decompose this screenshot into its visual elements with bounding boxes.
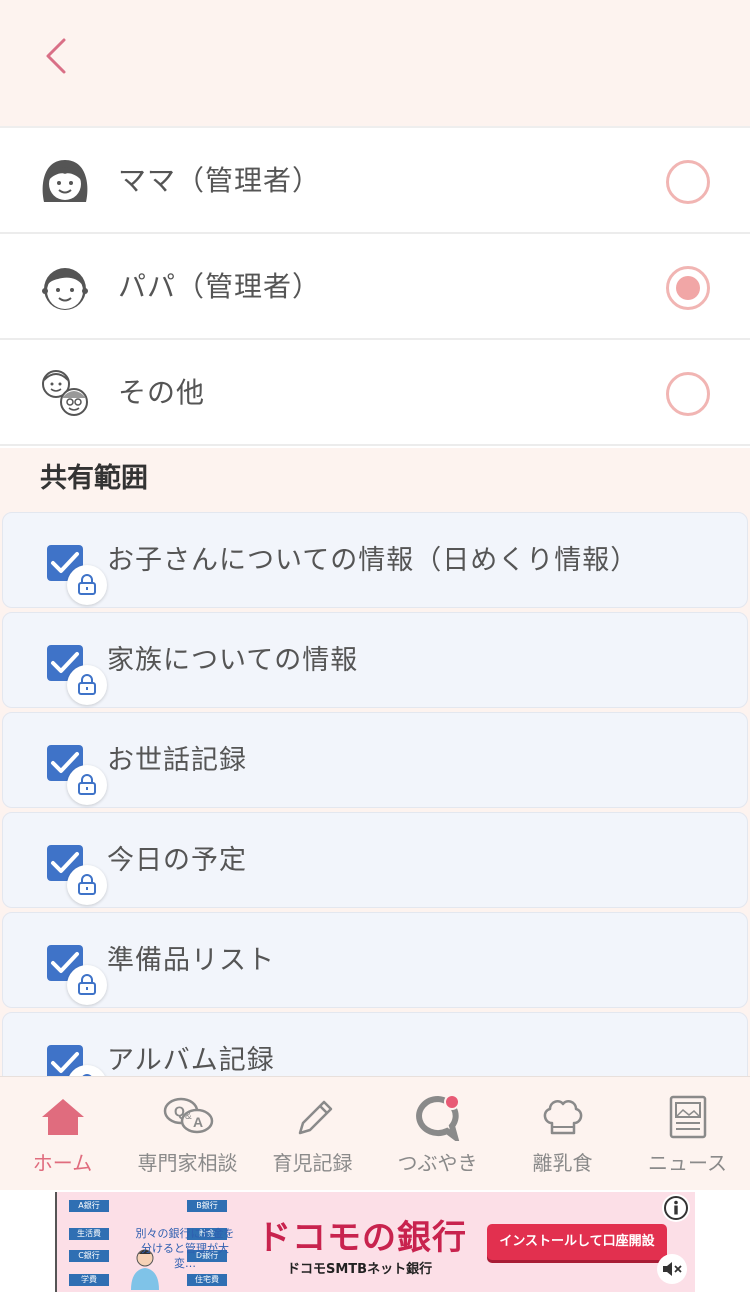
role-row-mama[interactable]: ママ（管理者） [0, 128, 750, 234]
chat-bubble-icon [416, 1094, 460, 1141]
scope-item[interactable]: アルバム記録 [2, 1012, 748, 1076]
ad-cta-button[interactable]: インストールして口座開設 [487, 1224, 667, 1260]
ad-area: A銀行 生活費 B銀行 貯金 C銀行 学費 D銀行 住宅費 別々の銀行にお金を分… [0, 1190, 750, 1294]
lock-icon [78, 574, 96, 595]
mother-avatar-icon [42, 160, 88, 202]
scope-item[interactable]: 今日の予定 [2, 812, 748, 908]
radio-selected-dot [676, 276, 700, 300]
chevron-left-icon [46, 38, 66, 74]
lock-badge [67, 965, 107, 1005]
home-icon [42, 1099, 84, 1135]
bank-label: 生活費 [69, 1228, 109, 1240]
lock-badge [67, 565, 107, 605]
role-radio-other[interactable] [666, 372, 710, 416]
tab-tweets[interactable]: つぶやき [375, 1077, 500, 1191]
lock-badge [67, 765, 107, 805]
lock-badge [67, 665, 107, 705]
role-label: パパ（管理者） [118, 270, 322, 303]
scope-label: 家族についての情報 [107, 645, 359, 676]
lock-icon [78, 874, 96, 895]
tab-label: ホーム [32, 1151, 93, 1175]
ad-title: ドコモの銀行 [257, 1218, 467, 1258]
back-button[interactable] [38, 34, 78, 78]
tab-bar: ホーム Q & A 専門家相談 育児記録 つぶやき 離乳食 ニュース [0, 1076, 750, 1190]
info-icon [664, 1196, 688, 1220]
scope-label: 今日の予定 [107, 845, 247, 876]
tab-childcare-record[interactable]: 育児記録 [250, 1077, 375, 1191]
newspaper-icon [669, 1095, 707, 1139]
tab-label: 育児記録 [272, 1151, 353, 1175]
tab-home[interactable]: ホーム [0, 1077, 125, 1191]
ad-subtitle: ドコモSMTBネット銀行 [287, 1262, 433, 1277]
lock-icon [78, 774, 96, 795]
svg-text:A: A [193, 1114, 203, 1130]
bank-label: 学費 [69, 1274, 109, 1286]
header [0, 0, 750, 128]
tab-label: ニュース [648, 1151, 727, 1175]
svg-text:Q: Q [174, 1103, 185, 1119]
role-radio-papa[interactable] [666, 266, 710, 310]
scope-label: アルバム記録 [107, 1045, 275, 1076]
role-row-papa[interactable]: パパ（管理者） [0, 234, 750, 340]
section-title: 共有範囲 [40, 463, 148, 494]
bank-tag: A銀行 [69, 1200, 109, 1212]
role-row-other[interactable]: その他 [0, 340, 750, 446]
ad-info-button[interactable] [662, 1194, 690, 1222]
scope-item[interactable]: 家族についての情報 [2, 612, 748, 708]
pencil-icon [298, 1100, 333, 1135]
ad-banner[interactable]: A銀行 生活費 B銀行 貯金 C銀行 学費 D銀行 住宅費 別々の銀行にお金を分… [55, 1192, 695, 1292]
scope-label: お子さんについての情報（日めくり情報） [107, 545, 639, 576]
ad-tagline: 別々の銀行にお金を分けると管理が大変… [135, 1227, 235, 1270]
scope-item[interactable]: お世話記録 [2, 712, 748, 808]
role-radio-mama[interactable] [666, 160, 710, 204]
bank-tag: B銀行 [187, 1200, 227, 1212]
grandparents-avatar-icon [42, 370, 88, 416]
lock-icon [78, 974, 96, 995]
scope-item[interactable]: お子さんについての情報（日めくり情報） [2, 512, 748, 608]
lock-icon [78, 674, 96, 695]
ad-mute-button[interactable] [657, 1254, 687, 1284]
qa-icon: Q & A [163, 1097, 214, 1134]
tab-baby-food[interactable]: 離乳食 [500, 1077, 625, 1191]
chef-hat-icon [543, 1100, 583, 1135]
lock-badge [67, 865, 107, 905]
tab-news[interactable]: ニュース [625, 1077, 750, 1191]
role-label: ママ（管理者） [118, 164, 322, 197]
scope-list[interactable]: お子さんについての情報（日めくり情報） 家族についての情報 お世話記録 今日の予… [0, 510, 750, 1076]
svg-text:&: & [185, 1111, 192, 1122]
tab-expert-consult[interactable]: Q & A 専門家相談 [125, 1077, 250, 1191]
speaker-muted-icon [663, 1262, 682, 1276]
scope-item[interactable]: 準備品リスト [2, 912, 748, 1008]
father-avatar-icon [42, 268, 88, 310]
tab-label: 専門家相談 [137, 1151, 238, 1175]
bank-label: 住宅費 [187, 1274, 227, 1286]
role-label: その他 [118, 376, 206, 409]
tab-label: つぶやき [397, 1151, 478, 1175]
bank-tag: C銀行 [69, 1250, 109, 1262]
scope-label: 準備品リスト [107, 945, 275, 976]
scope-label: お世話記録 [107, 745, 247, 776]
section-header: 共有範囲 [0, 448, 750, 512]
tab-label: 離乳食 [532, 1151, 593, 1175]
